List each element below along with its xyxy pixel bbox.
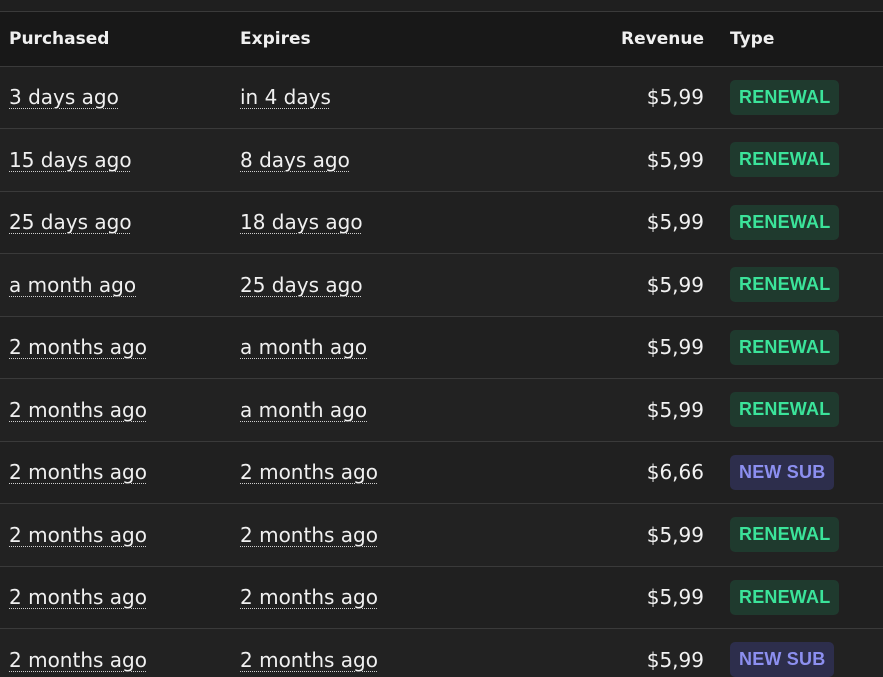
type-badge: RENEWAL <box>730 517 840 553</box>
type-badge: RENEWAL <box>730 392 840 428</box>
type-cell: RENEWAL <box>712 316 883 379</box>
table-row[interactable]: 25 days ago 18 days ago $5,99 RENEWAL <box>0 191 883 254</box>
expires-date[interactable]: in 4 days <box>240 85 331 109</box>
purchased-cell: 25 days ago <box>0 191 240 254</box>
header-type[interactable]: Type <box>712 12 883 67</box>
table-row[interactable]: 2 months ago a month ago $5,99 RENEWAL <box>0 378 883 442</box>
table-header: Purchased Expires Revenue Type <box>0 12 883 67</box>
purchased-date[interactable]: 2 months ago <box>9 585 147 609</box>
type-cell: RENEWAL <box>712 253 883 317</box>
header-revenue[interactable]: Revenue <box>560 12 712 67</box>
purchased-date[interactable]: a month ago <box>9 273 136 297</box>
type-badge: RENEWAL <box>730 579 840 615</box>
type-cell: RENEWAL <box>712 503 883 567</box>
type-badge: RENEWAL <box>730 142 840 178</box>
type-cell: RENEWAL <box>712 66 883 129</box>
purchased-date[interactable]: 2 months ago <box>9 335 147 359</box>
type-badge: RENEWAL <box>730 79 840 115</box>
type-cell: NEW SUB <box>712 441 883 504</box>
purchased-cell: 2 months ago <box>0 628 240 677</box>
expires-cell: 2 months ago <box>240 503 560 567</box>
table-body: 3 days ago in 4 days $5,99 RENEWAL 15 da… <box>0 66 883 677</box>
expires-cell: 25 days ago <box>240 253 560 317</box>
type-cell: RENEWAL <box>712 566 883 629</box>
table-row[interactable]: 3 days ago in 4 days $5,99 RENEWAL <box>0 66 883 129</box>
purchased-date[interactable]: 2 months ago <box>9 523 147 547</box>
type-cell: RENEWAL <box>712 128 883 192</box>
expires-cell: a month ago <box>240 316 560 379</box>
purchased-cell: 2 months ago <box>0 378 240 442</box>
purchased-cell: 3 days ago <box>0 66 240 129</box>
revenue-cell: $5,99 <box>560 128 712 192</box>
expires-cell: 18 days ago <box>240 191 560 254</box>
type-cell: RENEWAL <box>712 191 883 254</box>
table-row[interactable]: 2 months ago 2 months ago $5,99 NEW SUB <box>0 628 883 677</box>
revenue-cell: $5,99 <box>560 628 712 677</box>
type-cell: NEW SUB <box>712 628 883 677</box>
expires-date[interactable]: 2 months ago <box>240 585 378 609</box>
type-badge: NEW SUB <box>730 642 835 677</box>
revenue-cell: $5,99 <box>560 378 712 442</box>
expires-date[interactable]: a month ago <box>240 335 367 359</box>
expires-cell: in 4 days <box>240 66 560 129</box>
revenue-cell: $5,99 <box>560 566 712 629</box>
purchased-date[interactable]: 2 months ago <box>9 460 147 484</box>
purchased-cell: 2 months ago <box>0 566 240 629</box>
purchased-cell: 2 months ago <box>0 316 240 379</box>
expires-date[interactable]: 2 months ago <box>240 460 378 484</box>
table-row[interactable]: 2 months ago 2 months ago $6,66 NEW SUB <box>0 441 883 504</box>
table-row[interactable]: 15 days ago 8 days ago $5,99 RENEWAL <box>0 128 883 192</box>
expires-cell: 2 months ago <box>240 566 560 629</box>
transactions-panel: Purchased Expires Revenue Type 3 days ag… <box>0 0 883 677</box>
revenue-cell: $5,99 <box>560 66 712 129</box>
table-row[interactable]: 2 months ago a month ago $5,99 RENEWAL <box>0 316 883 379</box>
purchased-cell: 15 days ago <box>0 128 240 192</box>
expires-date[interactable]: 2 months ago <box>240 523 378 547</box>
purchased-cell: a month ago <box>0 253 240 317</box>
expires-date[interactable]: 8 days ago <box>240 148 350 172</box>
expires-date[interactable]: 18 days ago <box>240 210 363 234</box>
expires-cell: a month ago <box>240 378 560 442</box>
revenue-cell: $5,99 <box>560 503 712 567</box>
purchased-date[interactable]: 15 days ago <box>9 148 132 172</box>
table-row[interactable]: 2 months ago 2 months ago $5,99 RENEWAL <box>0 503 883 567</box>
revenue-cell: $6,66 <box>560 441 712 504</box>
transactions-table: Purchased Expires Revenue Type 3 days ag… <box>0 12 883 677</box>
header-expires[interactable]: Expires <box>240 12 560 67</box>
table-row[interactable]: a month ago 25 days ago $5,99 RENEWAL <box>0 253 883 317</box>
expires-cell: 8 days ago <box>240 128 560 192</box>
type-badge: RENEWAL <box>730 329 840 365</box>
type-badge: RENEWAL <box>730 204 840 240</box>
expires-date[interactable]: 2 months ago <box>240 648 378 672</box>
expires-date[interactable]: 25 days ago <box>240 273 363 297</box>
purchased-date[interactable]: 2 months ago <box>9 398 147 422</box>
revenue-cell: $5,99 <box>560 191 712 254</box>
purchased-cell: 2 months ago <box>0 441 240 504</box>
expires-cell: 2 months ago <box>240 441 560 504</box>
purchased-date[interactable]: 3 days ago <box>9 85 119 109</box>
expires-cell: 2 months ago <box>240 628 560 677</box>
purchased-cell: 2 months ago <box>0 503 240 567</box>
type-badge: RENEWAL <box>730 267 840 303</box>
type-cell: RENEWAL <box>712 378 883 442</box>
table-row[interactable]: 2 months ago 2 months ago $5,99 RENEWAL <box>0 566 883 629</box>
header-purchased[interactable]: Purchased <box>0 12 240 67</box>
revenue-cell: $5,99 <box>560 253 712 317</box>
purchased-date[interactable]: 2 months ago <box>9 648 147 672</box>
type-badge: NEW SUB <box>730 454 835 490</box>
expires-date[interactable]: a month ago <box>240 398 367 422</box>
revenue-cell: $5,99 <box>560 316 712 379</box>
purchased-date[interactable]: 25 days ago <box>9 210 132 234</box>
header-row: Purchased Expires Revenue Type <box>0 12 883 67</box>
top-divider <box>0 0 883 12</box>
